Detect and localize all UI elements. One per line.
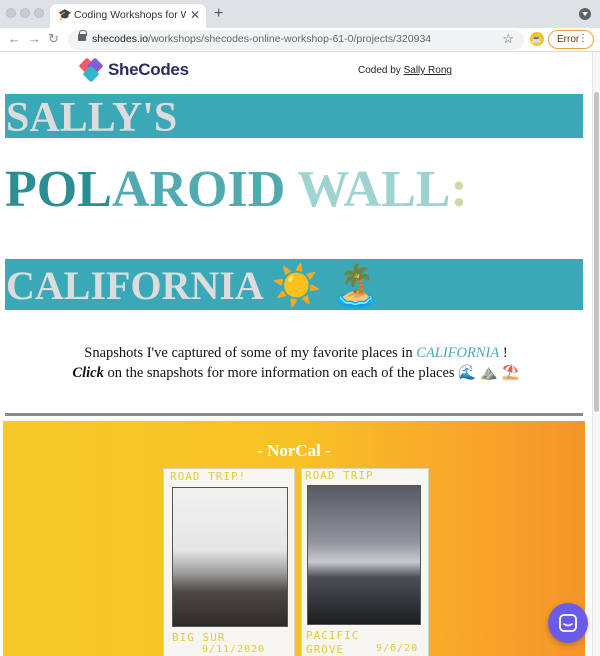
- kebab-menu-icon[interactable]: ⋮: [578, 33, 588, 44]
- click-emphasis: Click: [72, 365, 104, 381]
- url-text: shecodes.io/workshops/shecodes-online-wo…: [92, 33, 431, 45]
- chat-icon: [559, 614, 577, 632]
- extension-icon[interactable]: ☕: [530, 32, 544, 46]
- photo-top-label: ROAD TRIP: [305, 469, 374, 482]
- norcal-section: - NorCal - ROAD TRIP! BIG SUR 9/11/2020 …: [3, 421, 585, 656]
- page-scrollbar[interactable]: [592, 52, 600, 656]
- profile-error-button[interactable]: Error ⋮: [548, 30, 594, 49]
- photo-top-label: ROAD TRIP!: [170, 470, 247, 483]
- coded-by-prefix: Coded by: [358, 65, 401, 76]
- tab-search-icon[interactable]: [579, 8, 591, 20]
- location-banner: CALIFORNIA ☀️ 🏝️: [5, 259, 583, 310]
- coastline-photo: [172, 487, 288, 627]
- bookmark-star-icon[interactable]: ☆: [502, 31, 514, 47]
- chat-launcher-button[interactable]: [548, 603, 588, 643]
- title-part: WALL: [285, 161, 451, 218]
- url-domain: shecodes.io: [92, 33, 149, 45]
- close-window-dot[interactable]: [6, 8, 16, 18]
- address-bar[interactable]: shecodes.io/workshops/shecodes-online-wo…: [68, 30, 524, 50]
- intro-line-2: Click on the snapshots for more informat…: [0, 363, 592, 383]
- photo-bottom-label: PACIFIC: [306, 629, 360, 642]
- browser-chrome: 🎓 Coding Workshops for Women ✕ + ← → ↻ s…: [0, 0, 600, 52]
- photo-bottom-label-2: GROVE: [306, 643, 345, 656]
- polaroid-photo-big-sur[interactable]: ROAD TRIP! BIG SUR 9/11/2020: [163, 468, 295, 656]
- section-divider: [5, 413, 583, 416]
- photo-date: 9/6/20: [376, 643, 419, 654]
- name-banner: SALLY'S: [5, 94, 583, 141]
- shecodes-header: SheCodes Coded by Sally Rong: [0, 52, 592, 88]
- tab-title: Coding Workshops for Women: [74, 9, 186, 21]
- tab-strip: 🎓 Coding Workshops for Women ✕ +: [0, 0, 600, 28]
- title-part: AROID: [111, 161, 286, 218]
- california-highlight: CALIFORNIA: [416, 345, 500, 361]
- section-title: - NorCal -: [257, 441, 331, 460]
- reload-icon[interactable]: ↻: [48, 31, 59, 47]
- shecodes-brand[interactable]: SheCodes: [108, 60, 189, 80]
- intro-text-part: !: [502, 345, 508, 361]
- lock-icon: [78, 30, 87, 41]
- scrollbar-thumb[interactable]: [594, 92, 599, 412]
- coded-by-text: Coded by Sally Rong: [358, 65, 452, 76]
- photo-date: 9/11/2020: [202, 644, 266, 655]
- url-path: /workshops/shecodes-online-workshop-61-0…: [148, 33, 432, 45]
- intro-line-1: Snapshots I've captured of some of my fa…: [0, 343, 592, 363]
- forward-arrow-icon[interactable]: →: [28, 31, 41, 46]
- photo-bottom-label: BIG SUR: [172, 631, 226, 644]
- ocean-photo: [307, 485, 421, 625]
- banner-name-text: SALLY'S: [6, 95, 178, 141]
- intro-text-part: on the snapshots for more information on…: [107, 365, 520, 381]
- tab-close-icon[interactable]: ✕: [190, 8, 200, 22]
- new-tab-button[interactable]: +: [214, 5, 223, 23]
- polaroid-wall-title: POLAROID WALL:: [5, 160, 468, 219]
- intro-text-part: Snapshots I've captured of some of my fa…: [84, 345, 413, 361]
- banner-location-text: CALIFORNIA ☀️ 🏝️: [6, 263, 382, 308]
- polaroid-photo-pacific-grove[interactable]: ROAD TRIP PACIFIC GROVE 9/6/20: [301, 468, 429, 656]
- web-page: SheCodes Coded by Sally Rong SALLY'S POL…: [0, 52, 592, 656]
- minimize-window-dot[interactable]: [20, 8, 30, 18]
- error-label: Error: [557, 34, 580, 45]
- back-arrow-icon[interactable]: ←: [8, 31, 21, 46]
- title-part: :: [450, 161, 468, 218]
- maximize-window-dot[interactable]: [34, 8, 44, 18]
- title-part: POL: [5, 161, 112, 218]
- author-link[interactable]: Sally Rong: [404, 65, 452, 76]
- browser-toolbar: ← → ↻ shecodes.io/workshops/shecodes-onl…: [0, 28, 600, 52]
- browser-tab[interactable]: 🎓 Coding Workshops for Women ✕: [50, 4, 206, 28]
- intro-text: Snapshots I've captured of some of my fa…: [0, 343, 592, 383]
- tab-favicon-icon: 🎓: [58, 9, 72, 21]
- shecodes-logo-icon[interactable]: [77, 56, 105, 84]
